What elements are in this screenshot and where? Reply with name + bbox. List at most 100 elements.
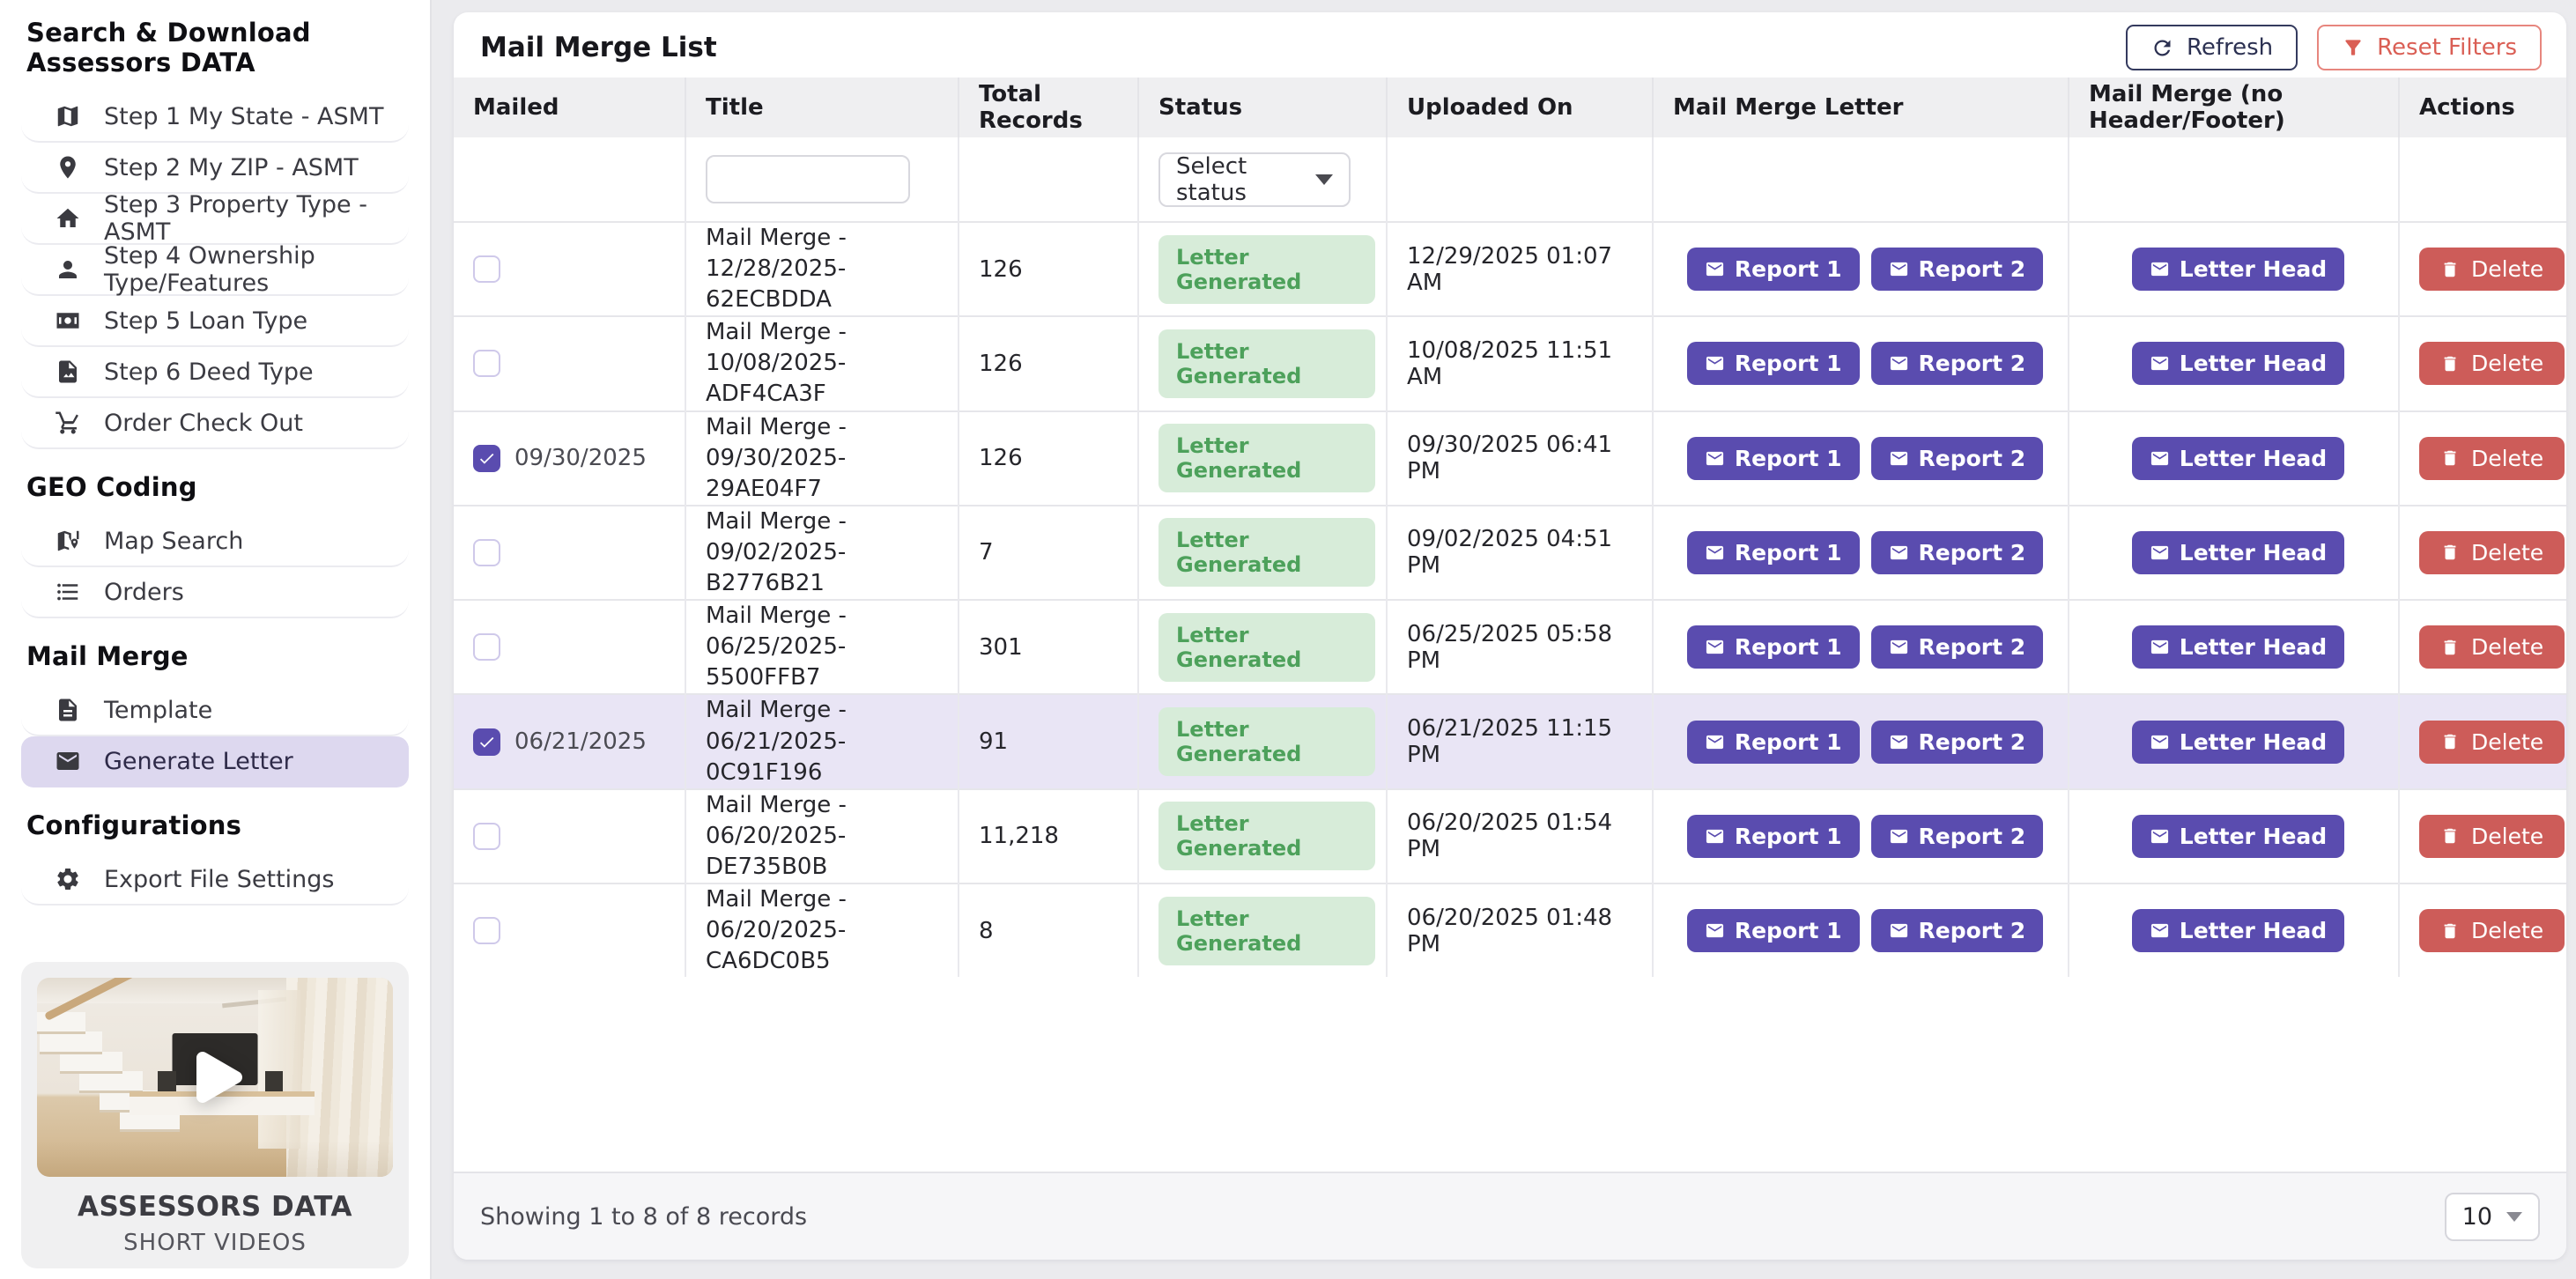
row-title: Mail Merge - 06/25/2025-5500FFB7 (706, 601, 942, 693)
report1-button[interactable]: Report 1 (1687, 721, 1860, 764)
sidebar-item-step3-property-type[interactable]: Step 3 Property Type - ASMT (21, 194, 409, 245)
letter-head-button[interactable]: Letter Head (2132, 909, 2344, 952)
delete-button[interactable]: Delete (2419, 531, 2565, 574)
column-header-mailed: Mailed (454, 78, 685, 137)
sidebar-item-template[interactable]: Template (21, 685, 409, 736)
row-title: Mail Merge - 09/30/2025-29AE04F7 (706, 412, 942, 505)
sidebar-item-order-check-out[interactable]: Order Check Out (21, 398, 409, 449)
sidebar-item-step1-my-state[interactable]: Step 1 My State - ASMT (21, 92, 409, 143)
status-cell: Letter Generated (1138, 222, 1387, 316)
sidebar-item-export-file-settings[interactable]: Export File Settings (21, 854, 409, 906)
delete-button[interactable]: Delete (2419, 437, 2565, 480)
column-header-mail-merge-letter: Mail Merge Letter (1653, 78, 2069, 137)
sidebar-item-generate-letter[interactable]: Generate Letter (21, 736, 409, 787)
report1-button[interactable]: Report 1 (1687, 909, 1860, 952)
mailed-checkbox[interactable] (473, 633, 500, 661)
trash-icon (2440, 354, 2460, 373)
sidebar-item-label: Step 1 My State - ASMT (104, 103, 383, 130)
total-records-cell: 11,218 (959, 789, 1138, 883)
table-row: 09/30/2025 Mail Merge - 09/30/2025-29AE0… (454, 411, 2566, 506)
mailed-checkbox[interactable] (473, 728, 500, 756)
mailed-checkbox[interactable] (473, 539, 500, 566)
report1-button[interactable]: Report 1 (1687, 248, 1860, 291)
total-records-value: 126 (979, 256, 1023, 283)
mailed-checkbox[interactable] (473, 445, 500, 472)
report2-button[interactable]: Report 2 (1871, 625, 2044, 669)
delete-button[interactable]: Delete (2419, 721, 2565, 764)
report2-button[interactable]: Report 2 (1871, 815, 2044, 858)
report2-button[interactable]: Report 2 (1871, 437, 2044, 480)
report2-button-label: Report 2 (1919, 446, 2026, 471)
title-filter-input[interactable] (706, 155, 910, 203)
report1-button[interactable]: Report 1 (1687, 531, 1860, 574)
refresh-button[interactable]: Refresh (2126, 25, 2298, 70)
delete-button[interactable]: Delete (2419, 815, 2565, 858)
report1-button[interactable]: Report 1 (1687, 815, 1860, 858)
reset-filters-button[interactable]: Reset Filters (2317, 25, 2542, 70)
report2-button[interactable]: Report 2 (1871, 342, 2044, 385)
status-badge: Letter Generated (1158, 707, 1375, 776)
play-icon[interactable] (174, 1037, 255, 1118)
panel-header: Mail Merge List Refresh Reset Filters (454, 12, 2566, 78)
actions-cell: Delete (2399, 222, 2566, 316)
report1-button[interactable]: Report 1 (1687, 342, 1860, 385)
envelope-icon (2150, 826, 2170, 847)
letter-head-button[interactable]: Letter Head (2132, 342, 2344, 385)
report2-button[interactable]: Report 2 (1871, 248, 2044, 291)
sidebar-item-step5-loan-type[interactable]: Step 5 Loan Type (21, 296, 409, 347)
gear-icon (55, 866, 81, 892)
mailed-cell (454, 883, 685, 977)
letter-head-button[interactable]: Letter Head (2132, 531, 2344, 574)
section-heading-configurations: Configurations (26, 810, 409, 840)
letter-head-button[interactable]: Letter Head (2132, 625, 2344, 669)
sidebar-item-label: Template (104, 697, 212, 724)
assessors-video-card[interactable]: ASSESSORS DATA SHORT VIDEOS (21, 962, 409, 1268)
uploaded-on-value: 09/02/2025 04:51 PM (1407, 526, 1612, 579)
sidebar-item-step4-ownership[interactable]: Step 4 Ownership Type/Features (21, 245, 409, 296)
mailed-checkbox[interactable] (473, 823, 500, 850)
mailed-checkbox[interactable] (473, 255, 500, 283)
status-filter-select[interactable]: Select status (1158, 152, 1351, 207)
sidebar-item-label: Export File Settings (104, 866, 334, 893)
letter-head-button[interactable]: Letter Head (2132, 437, 2344, 480)
delete-button[interactable]: Delete (2419, 342, 2565, 385)
letter-head-button[interactable]: Letter Head (2132, 248, 2344, 291)
mailed-checkbox[interactable] (473, 350, 500, 377)
envelope-icon (1889, 826, 1909, 847)
filter-cell-title (685, 137, 959, 222)
letter-head-button[interactable]: Letter Head (2132, 815, 2344, 858)
report2-button[interactable]: Report 2 (1871, 721, 2044, 764)
delete-button[interactable]: Delete (2419, 248, 2565, 291)
delete-button[interactable]: Delete (2419, 625, 2565, 669)
sidebar-item-step2-my-zip[interactable]: Step 2 My ZIP - ASMT (21, 143, 409, 194)
letter-head-button[interactable]: Letter Head (2132, 721, 2344, 764)
sidebar-item-map-search[interactable]: Map Search (21, 516, 409, 567)
video-thumbnail[interactable] (37, 978, 393, 1177)
mailed-checkbox[interactable] (473, 917, 500, 944)
page-size-select[interactable]: 10 (2445, 1193, 2540, 1241)
report2-button[interactable]: Report 2 (1871, 909, 2044, 952)
sidebar-item-orders[interactable]: Orders (21, 567, 409, 618)
title-cell: Mail Merge - 06/21/2025-0C91F196 (685, 694, 959, 788)
report1-button[interactable]: Report 1 (1687, 625, 1860, 669)
total-records-cell: 301 (959, 600, 1138, 694)
mailed-cell (454, 506, 685, 600)
report2-button[interactable]: Report 2 (1871, 531, 2044, 574)
report1-button[interactable]: Report 1 (1687, 437, 1860, 480)
uploaded-on-cell: 09/30/2025 06:41 PM (1387, 411, 1653, 506)
uploaded-on-cell: 09/02/2025 04:51 PM (1387, 506, 1653, 600)
trash-icon (2440, 732, 2460, 751)
mail-merge-no-header-footer-cell: Letter Head (2069, 600, 2399, 694)
mail-merge-no-header-footer-cell: Letter Head (2069, 789, 2399, 883)
row-title: Mail Merge - 06/20/2025-DE735B0B (706, 790, 942, 883)
deed-icon (55, 359, 81, 385)
envelope-icon (1705, 543, 1725, 563)
sidebar-item-label: Step 5 Loan Type (104, 307, 307, 335)
mail-merge-letter-cell: Report 1 Report 2 (1653, 411, 2069, 506)
column-header-actions: Actions (2399, 78, 2566, 137)
letter-head-button-label: Letter Head (2180, 729, 2327, 755)
sidebar-item-step6-deed-type[interactable]: Step 6 Deed Type (21, 347, 409, 398)
delete-button[interactable]: Delete (2419, 909, 2565, 952)
report2-button-label: Report 2 (1919, 729, 2026, 755)
delete-button-label: Delete (2471, 729, 2543, 755)
